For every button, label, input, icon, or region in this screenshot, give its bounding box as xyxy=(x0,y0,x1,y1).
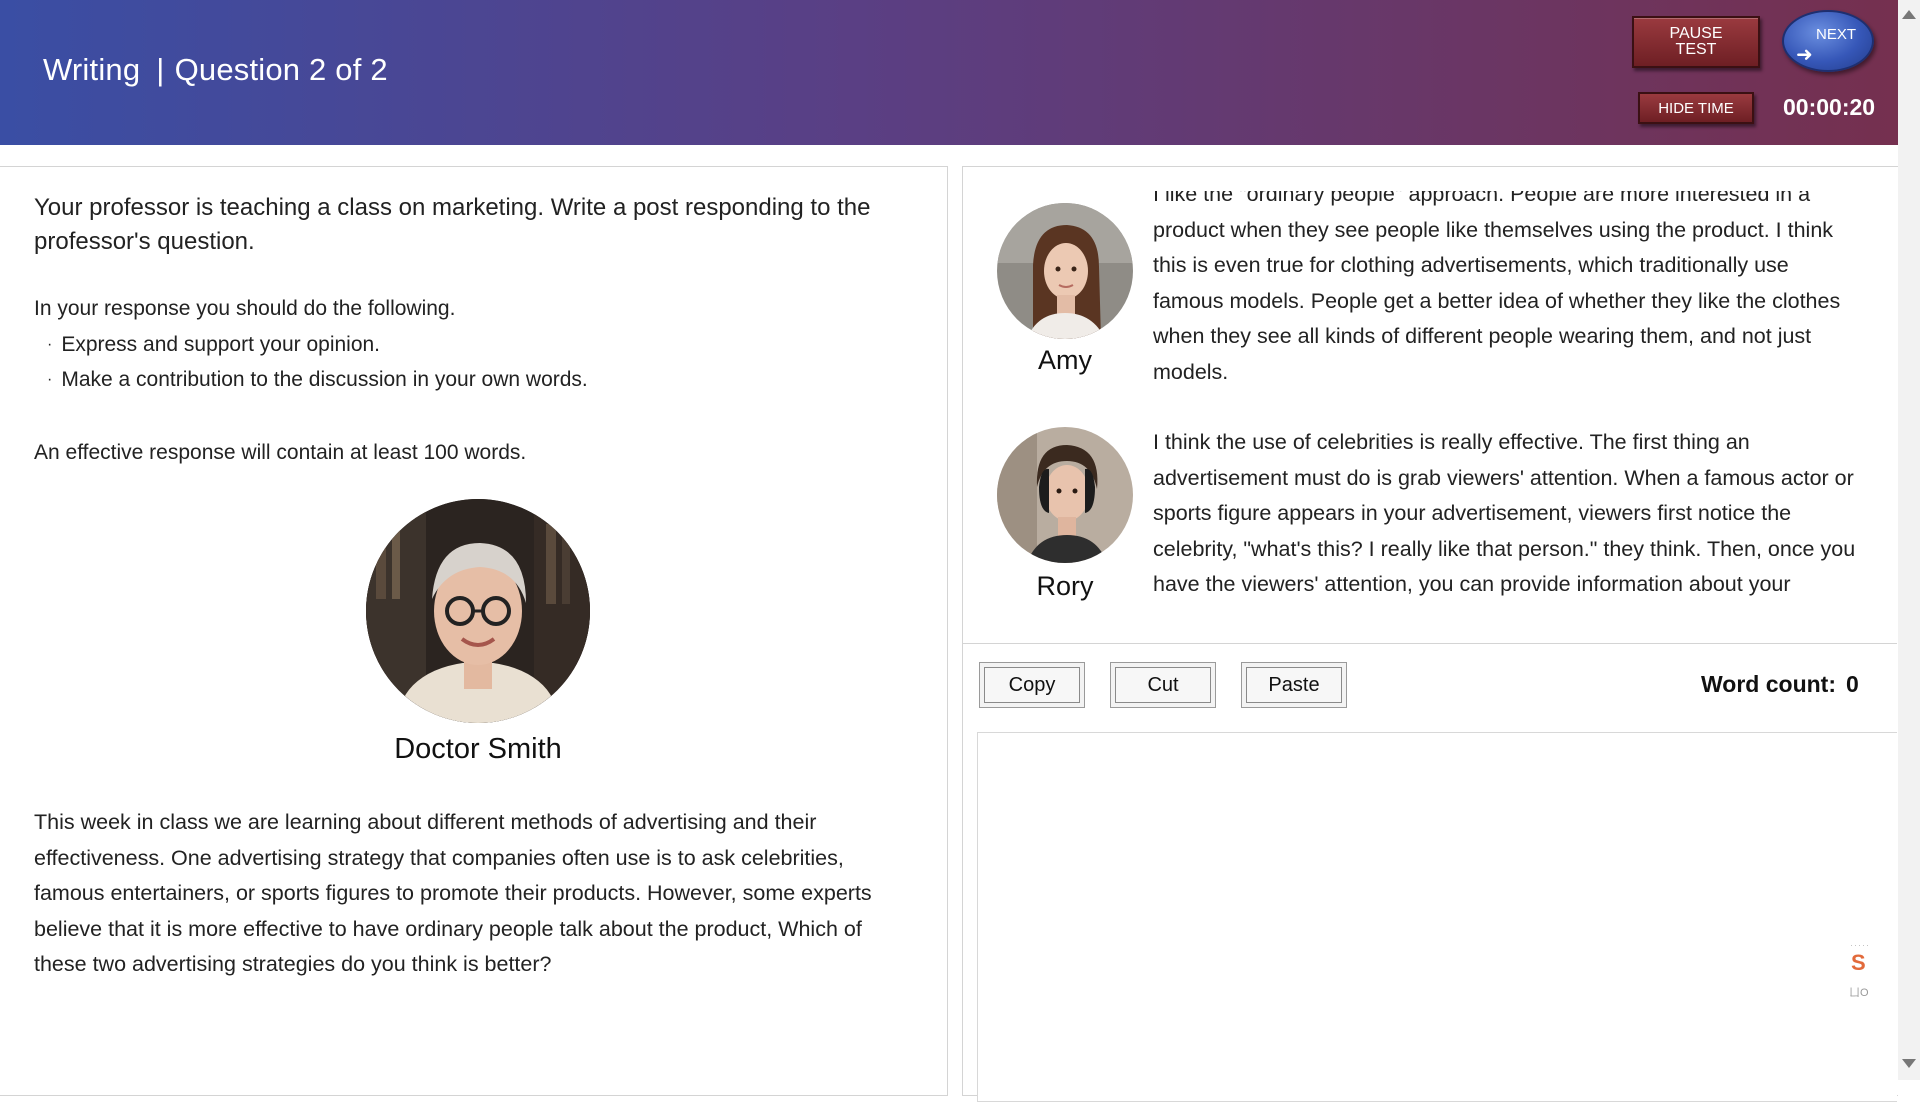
instruction-text: Make a contribution to the discussion in… xyxy=(61,368,588,391)
instruction-item: · Make a contribution to the discussion i… xyxy=(47,368,588,392)
top-bar: Writing | Question 2 of 2 PAUSE TEST NEXT … xyxy=(0,0,1898,145)
bullet-icon: · xyxy=(47,336,53,353)
instruction-text: Express and support your opinion. xyxy=(61,333,381,356)
student-name: Amy xyxy=(1038,345,1092,375)
student-avatar xyxy=(997,203,1133,339)
discussion-scroll-area[interactable]: Amy I like the "ordinary people" approac… xyxy=(963,191,1897,651)
paste-button[interactable]: Paste xyxy=(1241,662,1347,708)
title-separator: | xyxy=(156,52,165,87)
copy-label: Copy xyxy=(984,667,1080,703)
prompt-intro: Your professor is teaching a class on ma… xyxy=(34,194,871,255)
hide-time-button[interactable]: HIDE TIME xyxy=(1638,92,1754,124)
page-title: Writing | Question 2 of 2 xyxy=(43,52,388,88)
drag-handle-icon: ····· xyxy=(1850,940,1870,950)
professor-name: Doctor Smith xyxy=(394,733,562,765)
next-button[interactable]: NEXT ➜ xyxy=(1782,10,1874,72)
scroll-up-icon[interactable] xyxy=(1902,10,1916,19)
response-textarea[interactable] xyxy=(977,732,1897,1102)
next-label: NEXT xyxy=(1816,26,1857,43)
student-post-text: I think the use of celebrities is really… xyxy=(1153,430,1856,596)
copy-button[interactable]: Copy xyxy=(979,662,1085,708)
instructions-heading: In your response you should do the follo… xyxy=(34,297,456,320)
word-count-value: 0 xyxy=(1846,671,1859,697)
instruction-item: · Express and support your opinion. xyxy=(47,333,380,357)
professor-avatar xyxy=(366,499,590,723)
word-count-label: Word count: xyxy=(1701,671,1836,697)
ime-logo-icon: S xyxy=(1851,950,1866,975)
prompt-panel: Your professor is teaching a class on ma… xyxy=(0,166,948,1096)
student-post-text: I like the "ordinary people" approach. P… xyxy=(1153,191,1841,384)
pause-test-label: PAUSE TEST xyxy=(1669,25,1723,58)
input-method-widget[interactable]: ····· S ㄩO xyxy=(1844,940,1880,1002)
pause-test-button[interactable]: PAUSE TEST xyxy=(1632,16,1760,68)
question-counter: Question 2 of 2 xyxy=(174,52,388,87)
minimum-words-note: An effective response will contain at le… xyxy=(34,441,527,464)
response-panel: Amy I like the "ordinary people" approac… xyxy=(962,166,1898,1102)
student-avatar xyxy=(997,427,1133,563)
hide-time-label: HIDE TIME xyxy=(1658,99,1734,117)
timer: 00:00:20 xyxy=(1783,94,1876,120)
page-scrollbar[interactable] xyxy=(1898,0,1920,1080)
section-title: Writing xyxy=(43,52,141,87)
paste-label: Paste xyxy=(1246,667,1342,703)
panel-divider xyxy=(963,643,1897,644)
ime-sub-icon: ㄩO xyxy=(1849,987,1869,999)
arrow-right-icon: ➜ xyxy=(1796,44,1813,66)
scroll-down-icon[interactable] xyxy=(1902,1059,1916,1068)
word-count: Word count: 0 xyxy=(1701,671,1859,698)
cut-button[interactable]: Cut xyxy=(1110,662,1216,708)
student-name: Rory xyxy=(1036,571,1094,601)
cut-label: Cut xyxy=(1115,667,1211,703)
professor-question: This week in class we are learning about… xyxy=(34,810,872,976)
bullet-icon: · xyxy=(47,371,53,388)
